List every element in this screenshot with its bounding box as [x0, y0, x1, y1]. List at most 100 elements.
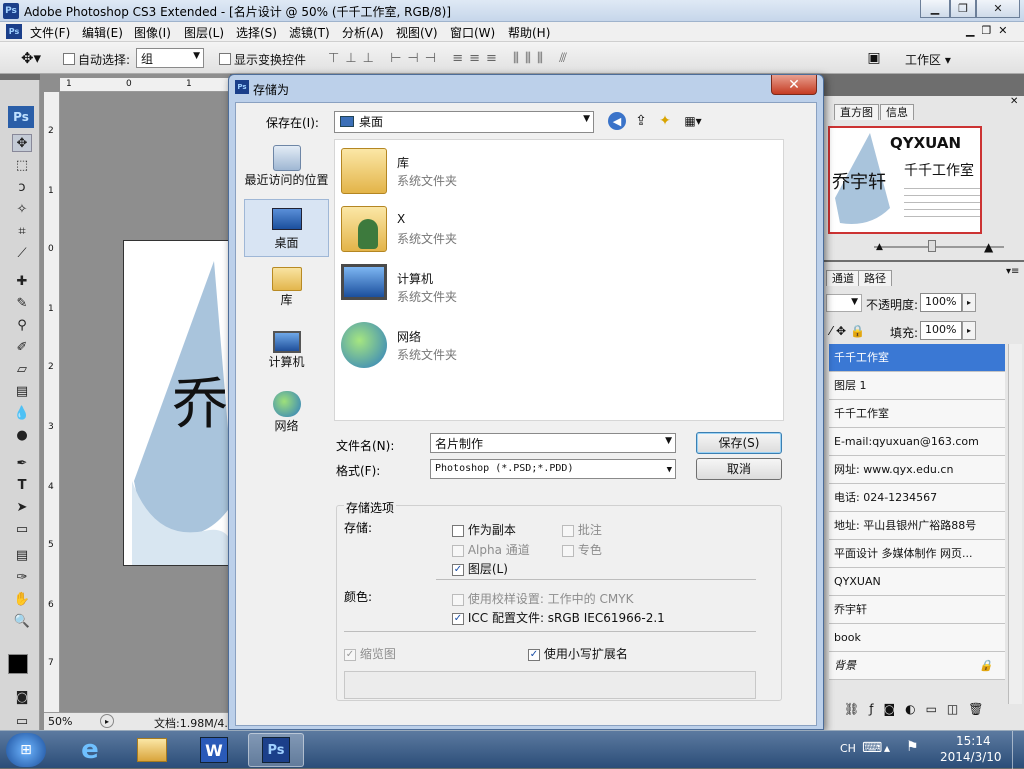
layers-scrollbar[interactable]	[1008, 344, 1022, 704]
menu-filter[interactable]: 滤镜(T)	[289, 24, 330, 41]
auto-select-checkbox[interactable]	[63, 51, 75, 65]
place-computer[interactable]: 计算机	[244, 325, 329, 383]
up-folder-icon[interactable]: ⇪	[632, 112, 650, 130]
cancel-button[interactable]: 取消	[696, 458, 782, 480]
layer-row[interactable]: book	[829, 624, 1005, 652]
screen-mode-icon[interactable]: ▭	[12, 712, 32, 730]
tab-channels[interactable]: 通道	[826, 270, 860, 286]
blur-tool-icon[interactable]: 💧	[12, 404, 32, 422]
fill-slider-icon[interactable]: ▸	[962, 321, 976, 340]
layer-row[interactable]: 千千工作室	[829, 400, 1005, 428]
layer-row[interactable]: QYXUAN	[829, 568, 1005, 596]
auto-select-dropdown[interactable]: 组 ▼	[136, 48, 204, 68]
close-icon[interactable]: ✕	[1010, 96, 1018, 107]
photoshop-taskbar-icon[interactable]: Ps	[248, 733, 304, 767]
icc-checkbox-checked[interactable]: ✓	[452, 612, 464, 625]
menu-help[interactable]: 帮助(H)	[508, 24, 550, 41]
lowercase-ext-option[interactable]: ✓ 使用小写扩展名	[528, 645, 628, 662]
new-folder-icon[interactable]: ✦	[656, 112, 674, 130]
opacity-slider-icon[interactable]: ▸	[962, 293, 976, 312]
marquee-tool-icon[interactable]: ⬚	[12, 156, 32, 174]
zoom-slider-thumb[interactable]	[928, 240, 936, 252]
move-tool-preset-icon[interactable]: ✥▾	[14, 48, 48, 68]
zoom-in-icon[interactable]: ▲	[984, 240, 993, 254]
language-indicator[interactable]: CH	[840, 742, 856, 755]
menu-select[interactable]: 选择(S)	[236, 24, 277, 41]
quick-mask-icon[interactable]: ◙	[12, 688, 32, 706]
close-window-button[interactable]: ✕	[976, 0, 1020, 18]
crop-tool-icon[interactable]: ⌗	[12, 222, 32, 240]
as-copy-option[interactable]: 作为副本	[452, 521, 516, 538]
clock-time[interactable]: 15:14	[956, 734, 991, 748]
pen-tool-icon[interactable]: ✒	[12, 454, 32, 472]
layer-row-background[interactable]: 背景 🔒	[829, 652, 1005, 680]
place-library[interactable]: 库	[244, 263, 329, 321]
view-menu-icon[interactable]: ▦▾	[680, 112, 706, 130]
gradient-tool-icon[interactable]: ▤	[12, 382, 32, 400]
tab-info[interactable]: 信息	[880, 104, 914, 120]
type-tool-icon[interactable]: T	[12, 476, 32, 494]
as-copy-checkbox[interactable]	[452, 524, 464, 537]
tray-expand-icon[interactable]: ▴	[884, 741, 890, 755]
align-icons[interactable]: ⊤⊥⊥ ⊢⊣⊣ ≡≡≡ ⫼⫼⫼ ⫻	[328, 51, 573, 66]
menu-edit[interactable]: 编辑(E)	[82, 24, 123, 41]
place-desktop[interactable]: 桌面	[244, 199, 329, 257]
notes-tool-icon[interactable]: ▤	[12, 546, 32, 564]
show-desktop-button[interactable]	[1012, 731, 1024, 769]
icc-option[interactable]: ✓ ICC 配置文件: sRGB IEC61966-2.1	[452, 609, 665, 626]
history-brush-icon[interactable]: ✐	[12, 338, 32, 356]
hand-tool-icon[interactable]: ✋	[12, 590, 32, 608]
healing-brush-icon[interactable]: ✚	[12, 272, 32, 290]
ie-taskbar-icon[interactable]: e	[62, 733, 118, 767]
ps-menu-icon[interactable]: Ps	[6, 24, 22, 39]
zoom-tool-icon[interactable]: 🔍	[12, 612, 32, 630]
keyboard-icon[interactable]: ⌨	[862, 740, 882, 756]
move-tool-icon[interactable]: ✥	[12, 134, 32, 152]
zoom-out-icon[interactable]: ▲	[876, 242, 883, 252]
file-item[interactable]: 库 系统文件夹	[341, 148, 641, 198]
brush-tool-icon[interactable]: ✎	[12, 294, 32, 312]
opacity-input[interactable]: 100%	[920, 293, 962, 312]
tab-histogram[interactable]: 直方图	[834, 104, 879, 120]
place-recent[interactable]: 最近访问的位置	[244, 141, 329, 199]
start-button-icon[interactable]: ⊞	[6, 733, 46, 767]
menu-layer[interactable]: 图层(L)	[184, 24, 224, 41]
menu-image[interactable]: 图像(I)	[134, 24, 171, 41]
file-item[interactable]: 计算机 系统文件夹	[341, 264, 641, 314]
layer-row[interactable]: 图层 1	[829, 372, 1005, 400]
minimize-button[interactable]: ▁	[920, 0, 950, 18]
menu-window[interactable]: 窗口(W)	[450, 24, 495, 41]
layer-row[interactable]: 地址: 平山县银州广裕路88号	[829, 512, 1005, 540]
lowercase-checkbox-checked[interactable]: ✓	[528, 648, 540, 661]
layers-option[interactable]: ✓ 图层(L)	[452, 560, 508, 577]
status-menu-icon[interactable]: ▸	[100, 714, 114, 728]
save-button[interactable]: 保存(S)	[696, 432, 782, 454]
dialog-close-button[interactable]: ✕	[771, 75, 817, 95]
layer-row[interactable]: 平面设计 多媒体制作 网页...	[829, 540, 1005, 568]
explorer-taskbar-icon[interactable]	[124, 733, 180, 767]
foreground-color-swatch[interactable]	[8, 654, 28, 674]
shape-tool-icon[interactable]: ▭	[12, 520, 32, 538]
save-in-dropdown[interactable]: 桌面 ▼	[334, 111, 594, 133]
layer-row[interactable]: 乔宇轩	[829, 596, 1005, 624]
workspace-button[interactable]: 工作区 ▾	[905, 51, 951, 68]
zoom-level[interactable]: 50%	[48, 715, 72, 728]
word-taskbar-icon[interactable]: W	[186, 733, 242, 767]
file-list[interactable]: 库 系统文件夹 X 系统文件夹 计算机 系统文件夹 网络 系统文件夹	[334, 139, 784, 421]
layer-row[interactable]: 千千工作室	[829, 344, 1005, 372]
blend-mode-dropdown[interactable]: ▼	[826, 294, 862, 312]
tab-paths[interactable]: 路径	[858, 270, 892, 286]
layer-row[interactable]: E-mail:qyuxuan@163.com	[829, 428, 1005, 456]
restore-button[interactable]: ❐	[950, 0, 976, 18]
layers-checkbox-checked[interactable]: ✓	[452, 563, 464, 576]
fill-input[interactable]: 100%	[920, 321, 962, 340]
format-dropdown[interactable]: Photoshop (*.PSD;*.PDD) ▼	[430, 459, 676, 479]
eyedropper-tool-icon[interactable]: ✑	[12, 568, 32, 586]
magic-wand-tool-icon[interactable]: ✧	[12, 200, 32, 218]
panel-menu-icon[interactable]: ▾≡	[1006, 266, 1019, 277]
layer-row[interactable]: 电话: 024-1234567	[829, 484, 1005, 512]
dodge-tool-icon[interactable]: ●	[12, 426, 32, 444]
layer-actions[interactable]: ⛓ƒ◙◐▭◫🗑	[844, 702, 993, 716]
layer-row[interactable]: 网址: www.qyx.edu.cn	[829, 456, 1005, 484]
lock-icons[interactable]: ⁄✥🔒	[830, 324, 869, 338]
